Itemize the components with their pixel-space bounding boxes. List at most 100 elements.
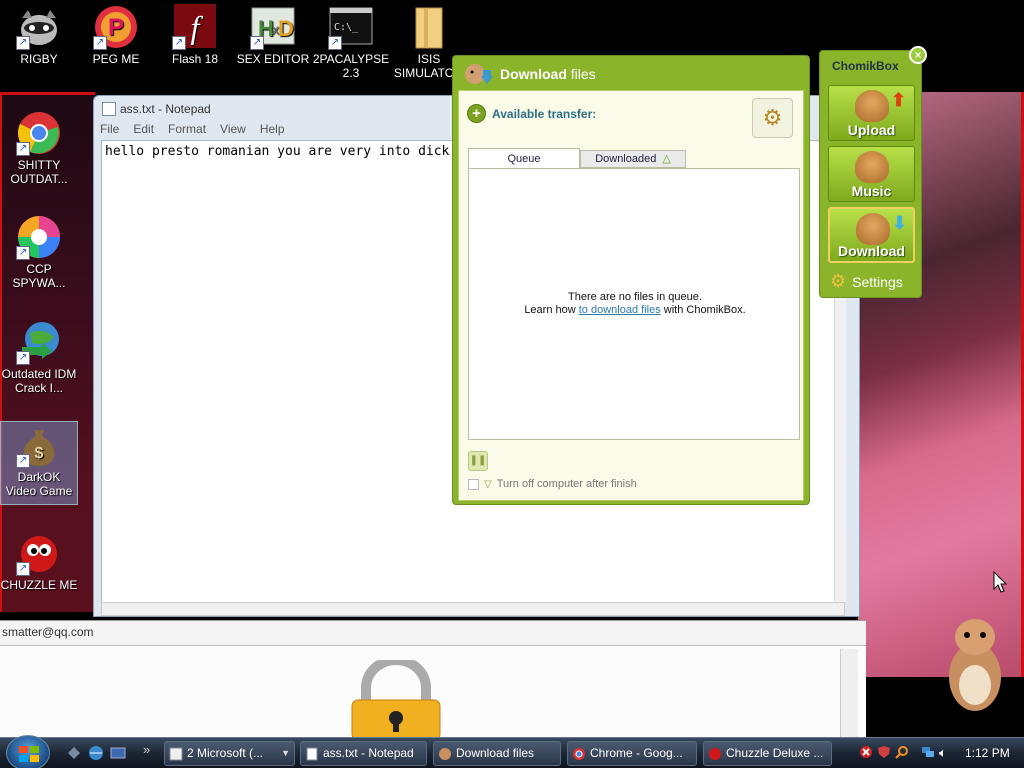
- desktop-icon-chrome[interactable]: ↗ SHITTY OUTDAT...: [0, 110, 78, 186]
- chomikbox-settings[interactable]: ⚙ Settings: [830, 271, 903, 292]
- upload-label: Upload: [847, 122, 896, 138]
- download-panel: + Available transfer: ⚙ Queue Downloaded…: [458, 90, 804, 501]
- available-transfer-label: Available transfer:: [492, 106, 597, 121]
- chrome-icon: [572, 746, 586, 760]
- settings-label: Settings: [852, 273, 903, 290]
- shortcut-arrow-icon: ↗: [172, 36, 186, 50]
- hamster-download-icon: [463, 62, 493, 88]
- pinwheel-icon: ↗: [16, 214, 62, 260]
- triangle-up-icon: △: [662, 153, 671, 165]
- taskbar-item-chrome[interactable]: Chrome - Goog...: [567, 741, 697, 766]
- empty-queue-message: There are no files in queue.: [568, 291, 702, 303]
- desktop-icon-label: Flash 18: [171, 52, 219, 66]
- show-desktop-icon[interactable]: [110, 745, 126, 761]
- shortcut-arrow-icon: ↗: [93, 36, 107, 50]
- menu-help[interactable]: Help: [260, 122, 285, 140]
- notepad-title: ass.txt - Notepad: [120, 102, 211, 116]
- hxd-icon: HxD ↗: [250, 4, 296, 50]
- hamster-icon: [438, 746, 452, 760]
- upload-button[interactable]: ⬆ Upload: [828, 85, 915, 141]
- network-icon[interactable]: [921, 745, 935, 762]
- settings-gear-button[interactable]: ⚙: [752, 98, 793, 138]
- pause-button[interactable]: ❚❚: [468, 451, 488, 471]
- help-text-post: with ChomikBox.: [660, 304, 746, 316]
- chevron-down-icon: ▼: [281, 748, 290, 758]
- taskbar-item-notepad[interactable]: ass.txt - Notepad: [300, 741, 427, 766]
- search-icon[interactable]: [895, 745, 909, 762]
- arrow-down-icon: ⬇: [892, 213, 908, 233]
- taskbar-item-label: Chuzzle Deluxe ...: [726, 746, 824, 760]
- shortcut-arrow-icon: ↗: [16, 36, 30, 50]
- music-label: Music: [851, 183, 892, 199]
- taskbar-item-download-files[interactable]: Download files: [433, 741, 561, 766]
- desktop-icon-label: Outdated IDM Crack I...: [1, 367, 77, 395]
- window-icon: [169, 746, 183, 761]
- chomikbox-title: ChomikBox: [832, 59, 899, 73]
- menu-edit[interactable]: Edit: [133, 122, 154, 140]
- menu-file[interactable]: File: [100, 122, 119, 140]
- close-icon[interactable]: ×: [909, 46, 927, 64]
- plus-icon[interactable]: +: [467, 104, 486, 123]
- background-window-scrollbar[interactable]: [840, 649, 858, 739]
- taskbar-item-microsoft[interactable]: 2 Microsoft (... ▼: [164, 741, 295, 766]
- music-button[interactable]: Music: [828, 146, 915, 202]
- available-transfer[interactable]: + Available transfer:: [467, 104, 596, 123]
- taskbar-item-chuzzle[interactable]: Chuzzle Deluxe ...: [703, 741, 832, 766]
- download-button[interactable]: ⬇ Download: [828, 207, 915, 263]
- shortcut-arrow-icon: ↗: [16, 562, 30, 576]
- tab-downloaded[interactable]: Downloaded △: [580, 150, 686, 168]
- desktop-icon-label: 2PACALYPSE 2.3: [312, 52, 390, 80]
- shortcut-arrow-icon: ↗: [16, 246, 30, 260]
- peg-letter-icon: P ↗: [93, 4, 139, 50]
- triangle-down-icon: ▽: [484, 478, 492, 490]
- desktop-icon-label: CCP SPYWA...: [12, 262, 66, 290]
- hamster-icon: [856, 213, 890, 245]
- desktop-icon-rigby[interactable]: ↗ RIGBY: [0, 4, 78, 66]
- start-button[interactable]: [6, 735, 50, 768]
- title-bold: Download: [500, 66, 567, 82]
- desktop-icon-sex-editor[interactable]: HxD ↗ SEX EDITOR: [234, 4, 312, 66]
- download-files-help-link[interactable]: to download files: [579, 304, 661, 316]
- desktop-icon-2pacalypse[interactable]: C:\_ ↗ 2PACALYPSE 2.3: [312, 4, 390, 80]
- mouse-cursor-icon: [993, 570, 1008, 593]
- chuzzle-icon: ↗: [16, 530, 62, 576]
- security-tray-icon[interactable]: [859, 745, 873, 762]
- shortcut-arrow-icon: ↗: [328, 36, 342, 50]
- title-rest: files: [570, 66, 596, 82]
- console-icon: C:\_ ↗: [328, 4, 374, 50]
- quicklaunch-icon-1[interactable]: [66, 745, 82, 761]
- windows-logo-icon: [19, 746, 39, 762]
- shutdown-option[interactable]: ▽ Turn off computer after finish: [468, 478, 637, 490]
- shortcut-arrow-icon: ↗: [250, 36, 264, 50]
- desktop-icon-label: SHITTY OUTDAT...: [10, 158, 68, 186]
- chevron-right-icon[interactable]: »: [143, 742, 150, 757]
- desktop-icon-label: RIGBY: [20, 52, 58, 66]
- desktop-icon-chuzzle[interactable]: ↗ CHUZZLE ME: [0, 530, 78, 592]
- desktop-icon-idm[interactable]: ↗ Outdated IDM Crack I...: [0, 319, 78, 395]
- desktop-icon-flash-18[interactable]: f ↗ Flash 18: [156, 4, 234, 66]
- desktop-icon-peg-me[interactable]: P ↗ PEG ME: [77, 4, 155, 66]
- flash-icon: f ↗: [172, 4, 218, 50]
- download-files-window[interactable]: Download files + Available transfer: ⚙ Q…: [452, 55, 810, 505]
- svg-text:D: D: [278, 16, 294, 41]
- chomikbox-panel: ChomikBox × ⬆ Upload Music ⬇ Download ⚙ …: [819, 46, 927, 298]
- shutdown-checkbox[interactable]: [468, 478, 479, 490]
- notepad-menubar: File Edit Format View Help: [100, 122, 285, 140]
- volume-icon[interactable]: 🔈︎: [939, 745, 947, 761]
- shutdown-label: Turn off computer after finish: [496, 478, 637, 490]
- tab-queue[interactable]: Queue: [468, 148, 580, 168]
- email-text: smatter@qq.com: [2, 625, 94, 639]
- help-text-pre: Learn how: [524, 304, 579, 316]
- chrome-icon: ↗: [16, 110, 62, 156]
- desktop-icon-ccp-spyware[interactable]: ↗ CCP SPYWA...: [0, 214, 78, 290]
- desktop-icon-label: SEX EDITOR: [236, 52, 310, 66]
- desktop-icon-darkok[interactable]: $ ↗ DarkOK Video Game: [0, 421, 78, 505]
- menu-format[interactable]: Format: [168, 122, 206, 140]
- taskbar-item-label: Chrome - Goog...: [590, 746, 683, 760]
- menu-view[interactable]: View: [220, 122, 246, 140]
- clock[interactable]: 1:12 PM: [965, 746, 1010, 760]
- quicklaunch-icon-2[interactable]: [88, 745, 104, 761]
- notepad-icon: [305, 746, 319, 761]
- shield-icon[interactable]: [877, 745, 891, 762]
- notepad-horizontal-scrollbar[interactable]: [101, 602, 845, 616]
